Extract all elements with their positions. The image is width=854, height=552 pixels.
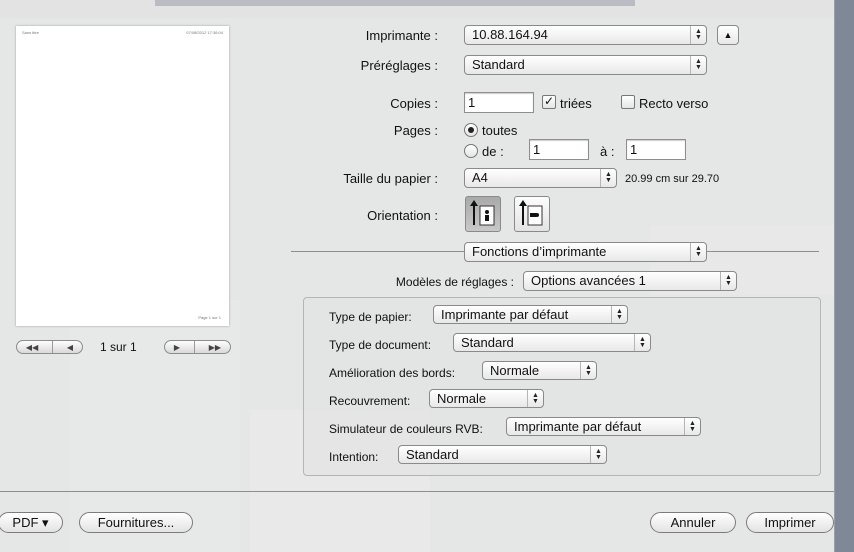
option-label-paper-type: Type de papier: [329, 310, 412, 324]
option-popup-rgb-simulator[interactable]: Imprimante par défaut ▲ ▼ [506, 417, 701, 436]
preview-footer: Page 1 sur 1 [198, 315, 221, 320]
presets-value: Standard [472, 57, 525, 72]
option-popup-paper-type[interactable]: Imprimante par défaut ▲ ▼ [433, 305, 628, 324]
popup-arrows-icon: ▲ ▼ [690, 243, 706, 261]
option-value-intent: Standard [406, 447, 459, 462]
presets-label: Préréglages : [360, 58, 438, 73]
print-dialog: Sans titre 07/08/2012 17:36:04 Page 1 su… [0, 0, 835, 552]
supplies-button[interactable]: Fournitures... [79, 512, 193, 533]
section-divider-left [291, 251, 464, 252]
feature-sets-value: Options avancées 1 [531, 273, 646, 288]
popup-arrows-icon: ▲ ▼ [720, 272, 736, 290]
collated-checkbox[interactable]: ✓ [542, 95, 556, 109]
pdf-menu-button[interactable]: PDF ▾ [0, 512, 63, 533]
collated-label: triées [560, 96, 592, 111]
option-value-overprint: Normale [437, 391, 487, 406]
pages-all-label: toutes [482, 123, 518, 138]
preview-forward-nav: ▶ ▶▶ [164, 340, 231, 354]
collapse-details-button[interactable]: ▲ [717, 25, 739, 45]
pages-to-label: à : [600, 144, 615, 159]
copies-label: Copies : [390, 96, 438, 111]
landscape-orientation-button[interactable] [514, 196, 550, 232]
triangle-up-icon: ▲ [723, 30, 733, 40]
pages-to-field[interactable]: 1 [626, 139, 686, 160]
option-label-rgb-simulator: Simulateur de couleurs RVB: [329, 422, 483, 436]
pages-range-radio[interactable] [464, 144, 478, 158]
popup-arrows-icon: ▲ ▼ [527, 390, 543, 407]
popup-arrows-icon: ▲ ▼ [611, 306, 627, 323]
option-label-intent: Intention: [329, 450, 379, 464]
paper-size-popup[interactable]: A4 ▲ ▼ [464, 168, 617, 188]
duplex-checkbox[interactable] [621, 95, 635, 109]
copies-field[interactable]: 1 [464, 92, 534, 113]
popup-arrows-icon: ▲ ▼ [600, 169, 616, 187]
printer-label: Imprimante : [365, 28, 438, 43]
popup-arrows-icon: ▲ ▼ [690, 26, 706, 44]
paper-dimensions: 20.99 cm sur 29.70 [625, 173, 720, 185]
duplex-label: Recto verso [639, 96, 709, 111]
printer-popup[interactable]: 10.88.164.94 ▲ ▼ [464, 25, 707, 45]
popup-arrows-icon: ▲ ▼ [690, 56, 706, 74]
popup-arrows-icon: ▲ ▼ [580, 362, 596, 379]
option-value-rgb-simulator: Imprimante par défaut [514, 419, 642, 434]
bottom-divider [0, 491, 834, 492]
option-label-overprint: Recouvrement: [329, 394, 411, 408]
option-popup-document-type[interactable]: Standard ▲ ▼ [453, 333, 651, 352]
option-value-document-type: Standard [461, 335, 514, 350]
print-button[interactable]: Imprimer [746, 512, 834, 533]
paper-size-value: A4 [472, 170, 488, 185]
option-popup-edge-enhancement[interactable]: Normale ▲ ▼ [482, 361, 597, 380]
option-label-edge-enhancement: Amélioration des bords: [329, 366, 456, 380]
background-right-edge [835, 0, 854, 552]
preview-back-nav: ◀◀ ◀ [16, 340, 83, 354]
section-popup-value: Fonctions d’imprimante [472, 244, 607, 259]
paper-size-label: Taille du papier : [343, 171, 438, 186]
previous-page-icon[interactable]: ◀ [63, 343, 77, 352]
page-preview: Sans titre 07/08/2012 17:36:04 Page 1 su… [16, 26, 229, 326]
feature-sets-label: Modèles de réglages : [395, 275, 514, 289]
section-popup[interactable]: Fonctions d’imprimante ▲ ▼ [464, 242, 707, 262]
page-count: 1 sur 1 [100, 340, 137, 354]
preview-header-right: 07/08/2012 17:36:04 [186, 30, 223, 35]
option-popup-overprint[interactable]: Normale ▲ ▼ [429, 389, 544, 408]
next-page-icon[interactable]: ▶ [170, 343, 184, 352]
first-page-icon[interactable]: ◀◀ [22, 343, 42, 352]
landscape-icon [519, 200, 543, 226]
cancel-button[interactable]: Annuler [650, 512, 736, 533]
sheet-top-edge [155, 0, 635, 6]
preview-header-left: Sans titre [22, 30, 39, 35]
printer-value: 10.88.164.94 [472, 27, 548, 42]
portrait-orientation-button[interactable] [465, 196, 501, 232]
popup-arrows-icon: ▲ ▼ [634, 334, 650, 351]
nav-separator [193, 341, 195, 353]
option-value-edge-enhancement: Normale [490, 363, 540, 378]
option-popup-intent[interactable]: Standard ▲ ▼ [398, 445, 607, 464]
portrait-icon [470, 200, 495, 226]
popup-arrows-icon: ▲ ▼ [590, 446, 606, 463]
last-page-icon[interactable]: ▶▶ [205, 343, 225, 352]
pages-label: Pages : [393, 123, 438, 138]
popup-arrows-icon: ▲ ▼ [684, 418, 700, 435]
pages-from-label: de : [482, 144, 504, 159]
nav-separator [52, 341, 54, 353]
option-label-document-type: Type de document: [329, 338, 432, 352]
presets-popup[interactable]: Standard ▲ ▼ [464, 55, 707, 75]
option-value-paper-type: Imprimante par défaut [441, 307, 569, 322]
section-divider-right [707, 251, 819, 252]
orientation-label: Orientation : [367, 208, 438, 223]
pages-all-radio[interactable] [464, 123, 478, 137]
feature-sets-popup[interactable]: Options avancées 1 ▲ ▼ [523, 271, 737, 291]
pages-from-field[interactable]: 1 [529, 139, 589, 160]
